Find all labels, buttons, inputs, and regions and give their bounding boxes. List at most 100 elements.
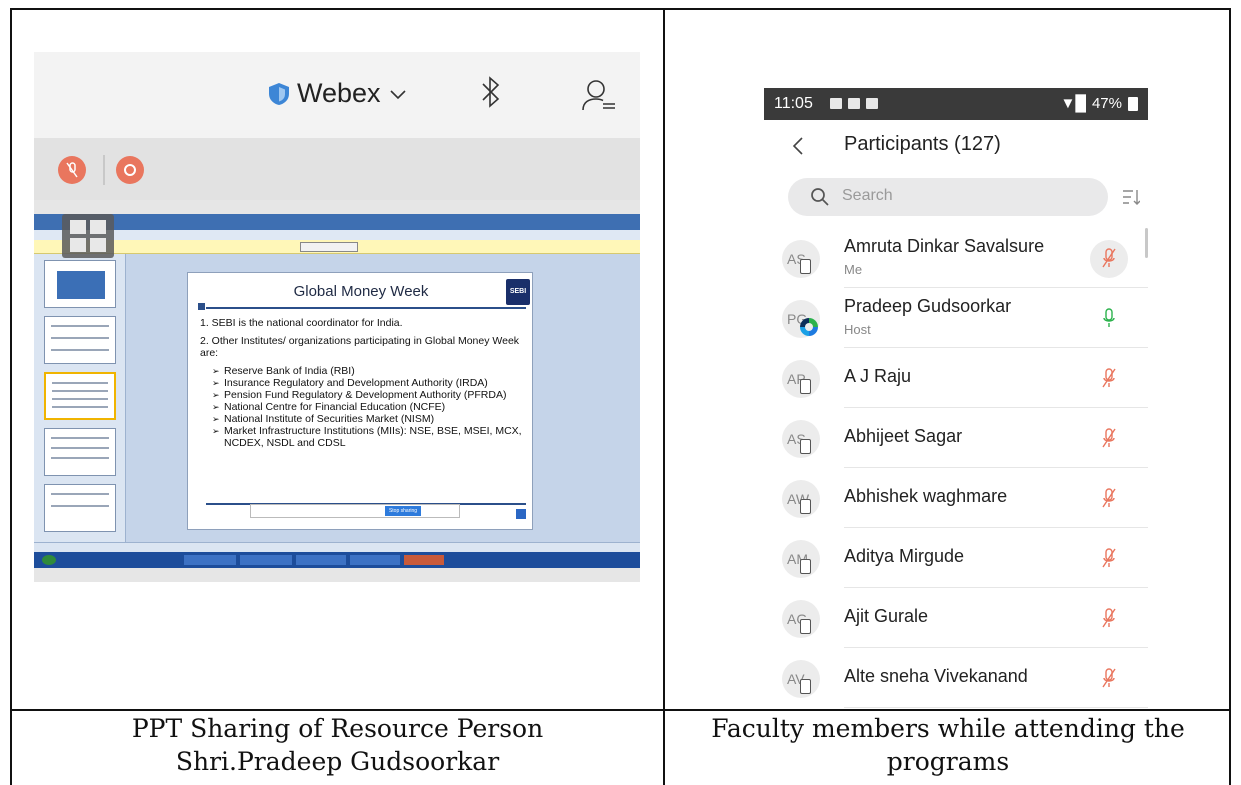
avatar: PG <box>782 300 820 338</box>
slide-bullet: National Institute of Securities Market … <box>212 413 526 425</box>
participant-row[interactable]: AM Aditya Mirgude <box>764 528 1148 588</box>
participant-row[interactable]: AS Amruta Dinkar Savalsure Me <box>764 228 1148 288</box>
search-input[interactable]: Search <box>788 178 1108 216</box>
webex-meeting-screenshot: Webex Global Money Week SEBI 1. SEBI is … <box>34 52 640 582</box>
host-badge-icon <box>800 318 818 336</box>
stop-sharing-button[interactable]: Stop sharing <box>385 506 421 516</box>
share-bottom-margin <box>34 568 640 582</box>
caption-right: Faculty members while attending the prog… <box>665 712 1231 778</box>
user-list-icon[interactable] <box>581 78 617 112</box>
mic-muted-icon[interactable] <box>1102 368 1116 388</box>
device-icon <box>800 259 811 274</box>
avatar: AG <box>782 600 820 638</box>
avatar: AP <box>782 360 820 398</box>
participant-name: Abhijeet Sagar <box>844 426 963 446</box>
mic-active-icon[interactable] <box>1102 308 1116 328</box>
status-time: 11:05 <box>774 95 813 112</box>
caption-left-line1: PPT Sharing of Resource Person <box>131 714 544 743</box>
participant-role: Host <box>844 322 871 337</box>
sort-icon[interactable] <box>1122 188 1140 206</box>
mic-muted-icon[interactable] <box>1102 488 1116 508</box>
participant-name: Abhishek waghmare <box>844 486 1008 506</box>
participants-header: Participants (127) <box>764 120 1148 172</box>
slide-decor <box>516 509 526 519</box>
avatar: AV <box>782 660 820 698</box>
mic-muted-icon[interactable] <box>1102 428 1116 448</box>
current-slide: Global Money Week SEBI 1. SEBI is the na… <box>187 272 533 530</box>
slide-body: 1. SEBI is the national coordinator for … <box>200 317 526 449</box>
search-placeholder: Search <box>842 187 893 204</box>
avatar: AM <box>782 540 820 578</box>
participant-list: AS Amruta Dinkar Savalsure Me PG Pradeep… <box>764 228 1148 708</box>
participant-role: Me <box>844 262 863 277</box>
control-separator <box>103 155 105 185</box>
table-column-divider <box>663 8 665 785</box>
layout-grid-icon[interactable] <box>62 214 114 258</box>
webex-brand[interactable]: Webex <box>268 78 406 109</box>
ppt-ribbon <box>34 230 640 240</box>
slide-decor <box>198 303 205 310</box>
ppt-title-bar <box>34 214 640 230</box>
avatar: AS <box>782 420 820 458</box>
device-icon <box>800 499 811 514</box>
participant-name: Pradeep Gudsoorkar <box>844 296 1012 316</box>
windows-taskbar <box>34 552 640 568</box>
notification-icons <box>830 98 878 109</box>
mic-muted-icon[interactable] <box>1102 668 1116 688</box>
slide-point-1: 1. SEBI is the national coordinator for … <box>200 317 403 329</box>
participant-name: Alte sneha Vivekanand <box>844 666 1028 686</box>
status-right: ▼█ 47% <box>1060 88 1138 120</box>
slide-rule <box>206 307 526 309</box>
participant-row[interactable]: AS Abhijeet Sagar <box>764 408 1148 468</box>
mic-muted-icon[interactable] <box>1102 548 1116 568</box>
back-arrow-icon[interactable] <box>792 136 804 156</box>
slide-bullet: Reserve Bank of India (RBI) <box>212 365 526 377</box>
mute-button[interactable] <box>58 156 86 184</box>
record-button[interactable] <box>116 156 144 184</box>
participant-row[interactable]: PG Pradeep Gudsoorkar Host <box>764 288 1148 348</box>
avatar: AW <box>782 480 820 518</box>
shield-icon <box>269 82 289 105</box>
status-bar: 11:05 ▼█ 47% <box>764 88 1148 120</box>
slide-bullet: Pension Fund Regulatory & Development Au… <box>212 389 526 401</box>
device-icon <box>800 379 811 394</box>
search-row: Search <box>764 178 1148 218</box>
slide-bullet: Insurance Regulatory and Development Aut… <box>212 377 526 389</box>
slide-thumbnails <box>34 254 126 542</box>
device-icon <box>800 559 811 574</box>
device-icon <box>800 679 811 694</box>
participant-row[interactable]: AV Alte sneha Vivekanand <box>764 648 1148 708</box>
slide-bullet: National Centre for Financial Education … <box>212 401 526 413</box>
participant-row[interactable]: AW Abhishek waghmare <box>764 468 1148 528</box>
chevron-down-icon <box>389 90 406 100</box>
slide-thumbnail <box>44 484 116 532</box>
slide-thumbnail <box>44 260 116 308</box>
participant-name: A J Raju <box>844 366 912 386</box>
sebi-logo: SEBI <box>506 279 530 305</box>
caption-left-line2: Shri.Pradeep Gudsoorkar <box>175 747 500 776</box>
page-title: Participants (127) <box>844 133 1001 155</box>
webex-app-name: Webex <box>297 78 381 108</box>
participant-row[interactable]: AP A J Raju <box>764 348 1148 408</box>
avatar: AS <box>782 240 820 278</box>
table-row-divider <box>10 709 1231 711</box>
mic-muted-icon[interactable] <box>1102 608 1116 628</box>
scrollbar[interactable] <box>1145 228 1148 258</box>
device-icon <box>800 439 811 454</box>
slide-thumbnail <box>44 428 116 476</box>
enable-editing-button <box>300 242 358 252</box>
participant-row[interactable]: AG Ajit Gurale <box>764 588 1148 648</box>
sharing-banner: Stop sharing <box>250 504 460 518</box>
caption-right-line2: programs <box>886 747 1010 776</box>
battery-icon <box>1128 97 1138 111</box>
caption-right-line1: Faculty members while attending the <box>711 714 1185 743</box>
slide-thumbnail-selected <box>44 372 116 420</box>
record-icon <box>124 164 136 176</box>
slide-bullet-list: Reserve Bank of India (RBI) Insurance Re… <box>200 365 526 449</box>
signal-icon: ▼█ <box>1060 95 1086 112</box>
mic-muted-icon[interactable] <box>1102 248 1116 268</box>
slide-title: Global Money Week <box>293 283 429 300</box>
shared-screen: Global Money Week SEBI 1. SEBI is the na… <box>34 214 640 582</box>
phone-participants-screenshot: 11:05 ▼█ 47% Participants (127) Search A… <box>764 88 1148 709</box>
bluetooth-icon[interactable] <box>481 74 501 110</box>
